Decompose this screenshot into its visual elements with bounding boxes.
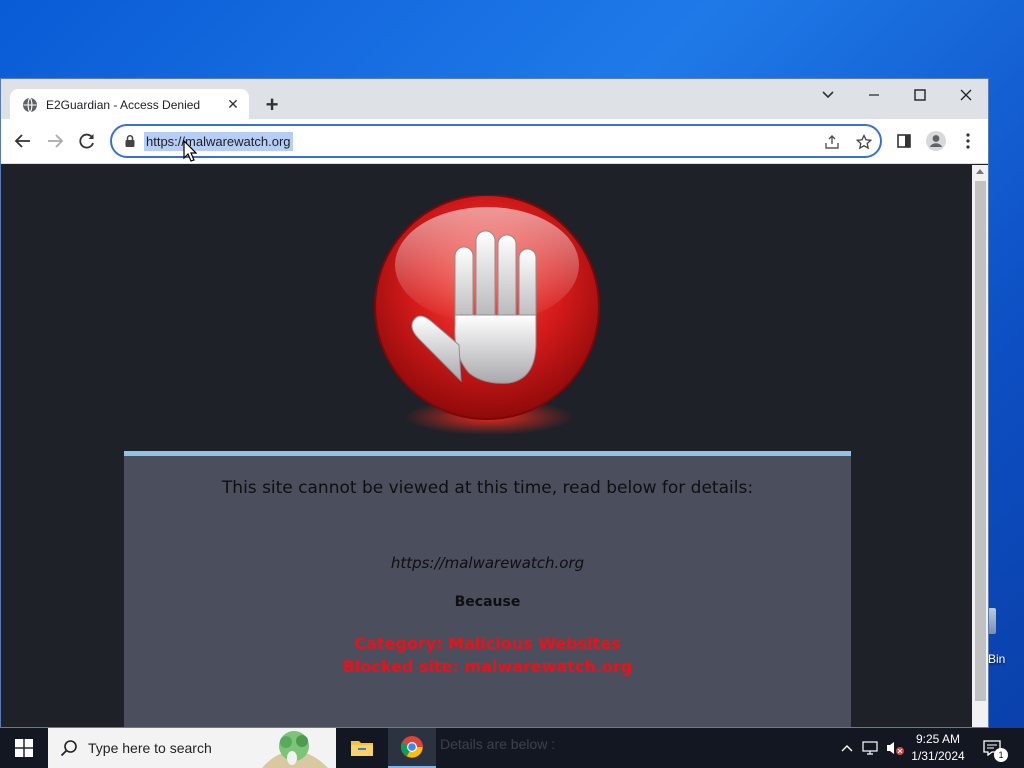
star-icon[interactable] [853, 131, 875, 153]
volume-muted-icon[interactable] [884, 728, 906, 768]
blocked-url: https://malwarewatch.org [390, 554, 585, 572]
tab-title: E2Guardian - Access Denied [46, 97, 201, 112]
recycle-bin-icon[interactable] [988, 608, 996, 634]
recycle-bin-label[interactable]: Bin [988, 652, 1024, 666]
search-placeholder[interactable]: Type here to search [88, 740, 212, 756]
lock-icon[interactable] [123, 134, 137, 148]
block-category: Category: Malicious Websites [354, 634, 621, 653]
profile-icon[interactable] [922, 127, 950, 155]
forward-icon [48, 134, 64, 148]
mouse-cursor-icon [183, 140, 197, 162]
stop-hand-icon [374, 195, 600, 435]
reload-button[interactable] [73, 127, 101, 155]
minimize-button[interactable] [851, 81, 897, 109]
tab-e2guardian[interactable]: E2Guardian - Access Denied ✕ [10, 89, 249, 120]
forward-button[interactable] [41, 127, 69, 155]
windows-logo-icon [15, 739, 33, 757]
address-bar[interactable]: https://malwarewatch.org [110, 124, 882, 158]
reload-icon [79, 133, 94, 149]
search-highlight-art-icon [262, 731, 328, 768]
chrome-taskbar-button[interactable] [388, 728, 436, 768]
page-scrollbar[interactable] [972, 165, 988, 727]
side-panel-icon[interactable] [890, 127, 918, 155]
taskbar: Type here to search Details are below : [0, 728, 1024, 768]
close-tab-icon[interactable]: ✕ [223, 95, 243, 115]
browser-window: E2Guardian - Access Denied ✕ + https://m… [0, 78, 989, 728]
file-explorer-taskbar-button[interactable] [338, 728, 386, 768]
maximize-button[interactable] [897, 81, 943, 109]
url-text[interactable]: https://malwarewatch.org [144, 132, 293, 151]
blocked-site-line: Blocked site: malwarewatch.org [342, 657, 633, 676]
menu-icon[interactable] [954, 127, 982, 155]
folder-icon [351, 741, 373, 756]
behind-window-text: Details are below : [440, 736, 556, 752]
tab-search-icon[interactable] [805, 81, 851, 109]
notification-count-badge: 1 [994, 748, 1008, 762]
globe-icon [23, 97, 37, 112]
tab-strip: E2Guardian - Access Denied ✕ + [1, 79, 988, 120]
start-button[interactable] [0, 728, 48, 768]
close-window-button[interactable] [943, 81, 988, 109]
chrome-icon [400, 736, 423, 758]
taskbar-search-box[interactable]: Type here to search [48, 728, 336, 768]
share-icon[interactable] [821, 131, 843, 153]
system-clock[interactable]: 9:25 AM 1/31/2024 [906, 731, 970, 765]
scroll-up-arrow-icon[interactable] [976, 169, 984, 174]
search-icon [60, 740, 77, 757]
network-icon[interactable] [860, 728, 882, 768]
block-details-panel: This site cannot be viewed at this time,… [124, 451, 851, 727]
page-content: This site cannot be viewed at this time,… [1, 165, 972, 727]
scroll-thumb[interactable] [975, 181, 986, 701]
clock-time: 9:25 AM [915, 732, 961, 746]
show-hidden-icons-chevron-icon[interactable] [838, 728, 856, 768]
back-button[interactable] [9, 127, 37, 155]
block-heading: This site cannot be viewed at this time,… [221, 478, 754, 498]
new-tab-button[interactable]: + [259, 92, 285, 118]
clock-date: 1/31/2024 [911, 749, 965, 763]
because-label: Because [454, 594, 521, 610]
back-icon [14, 134, 30, 148]
browser-toolbar: https://malwarewatch.org [1, 119, 988, 164]
